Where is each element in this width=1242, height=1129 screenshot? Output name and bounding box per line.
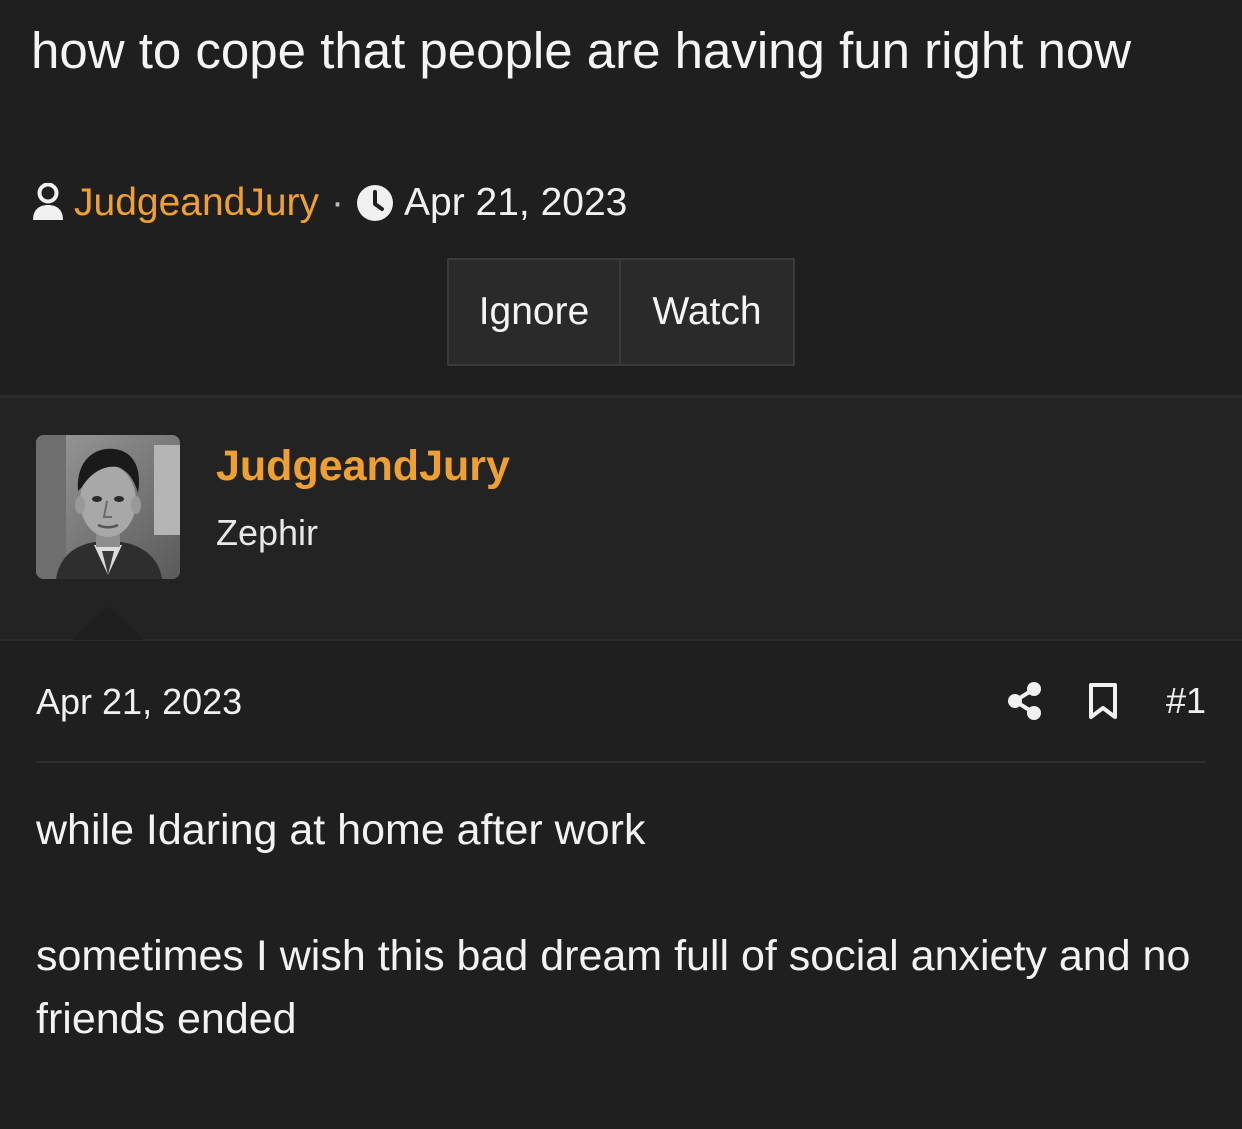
thread-title: how to cope that people are having fun r… bbox=[31, 22, 1132, 79]
post-paragraph: while Idaring at home after work bbox=[36, 806, 646, 854]
post-actions: #1 bbox=[1006, 679, 1206, 723]
thread-meta: JudgeandJury · Apr 21, 2023 bbox=[30, 180, 627, 226]
post-date[interactable]: Apr 21, 2023 bbox=[36, 681, 242, 723]
ignore-button[interactable]: Ignore bbox=[449, 260, 621, 364]
panel-arrow bbox=[72, 606, 144, 640]
avatar[interactable] bbox=[36, 435, 180, 579]
post-number-link[interactable]: #1 bbox=[1166, 680, 1206, 722]
share-icon[interactable] bbox=[1006, 681, 1042, 721]
user-icon bbox=[30, 182, 66, 223]
post-author-panel: JudgeandJury Zephir bbox=[0, 398, 1242, 639]
watch-button[interactable]: Watch bbox=[621, 260, 793, 364]
thread-date[interactable]: Apr 21, 2023 bbox=[404, 181, 627, 225]
post-separator bbox=[36, 761, 1206, 763]
post-body: Apr 21, 2023 #1 while Idaring at home af… bbox=[0, 641, 1242, 1129]
clock-icon bbox=[356, 184, 394, 222]
thread-author-link[interactable]: JudgeandJury bbox=[74, 181, 319, 225]
post-paragraph: sometimes I wish this bad dream full of … bbox=[36, 932, 1191, 1043]
thread-header: how to cope that people are having fun r… bbox=[0, 0, 1242, 397]
post-message: while Idaring at home after work sometim… bbox=[36, 799, 1208, 1051]
post-author-title: Zephir bbox=[216, 512, 319, 553]
bookmark-icon[interactable] bbox=[1088, 682, 1118, 720]
post-author-name[interactable]: JudgeandJury bbox=[216, 442, 510, 491]
thread-actions: Ignore Watch bbox=[447, 258, 795, 366]
meta-separator: · bbox=[331, 181, 345, 224]
